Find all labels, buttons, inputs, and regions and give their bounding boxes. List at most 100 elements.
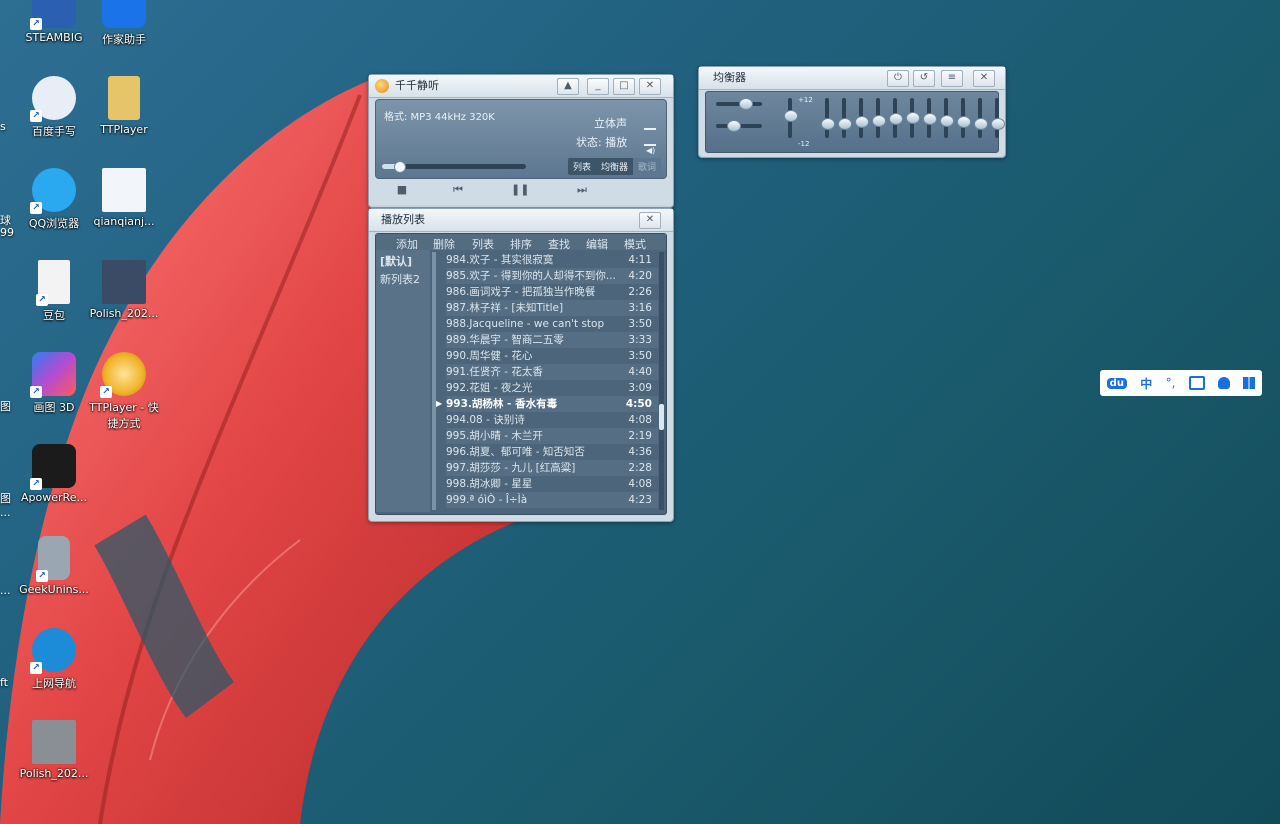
- desktop-icon-ttplayer-folder[interactable]: TTPlayer: [89, 76, 159, 136]
- eq-band-slider[interactable]: [991, 98, 1005, 138]
- close-button[interactable]: ✕: [639, 78, 661, 95]
- chinese-mode-toggle[interactable]: 中: [1140, 375, 1152, 392]
- playlist-window[interactable]: 播放列表 ✕ 添加 删除 列表 排序 查找 编辑 模式 [默认] 新列表2 98…: [368, 208, 674, 522]
- eq-band-slider[interactable]: [923, 98, 937, 138]
- track-row[interactable]: 995.胡小晴 - 木兰开 2:19: [446, 428, 658, 444]
- desktop-icon-doubao[interactable]: ↗ 豆包: [19, 260, 89, 323]
- slider-knob[interactable]: [855, 116, 869, 128]
- menu-mode[interactable]: 模式: [624, 236, 646, 252]
- slider-knob[interactable]: [957, 116, 971, 128]
- slider-knob[interactable]: [821, 117, 835, 130]
- slider-knob[interactable]: [923, 113, 937, 125]
- eq-band-slider[interactable]: [821, 98, 835, 138]
- desktop-icon-steambig[interactable]: ↗ STEAMBIG: [19, 0, 89, 44]
- desktop-icon-polish-2[interactable]: Polish_202...: [19, 720, 89, 780]
- playlist-titlebar[interactable]: 播放列表 ✕: [369, 209, 673, 232]
- desktop-icon-geekuninstaller[interactable]: ↗ GeekUnins...: [19, 536, 89, 596]
- minimize-button[interactable]: _: [587, 78, 609, 95]
- desktop-icon-writer-assistant[interactable]: 作家助手: [89, 0, 159, 47]
- eq-band-slider[interactable]: [940, 98, 954, 138]
- preamp-slider[interactable]: [716, 120, 762, 132]
- slider-knob[interactable]: [974, 117, 988, 130]
- track-row[interactable]: ▶ 993.胡杨林 - 香水有毒 4:50: [436, 396, 658, 412]
- desktop-icon-paint3d[interactable]: ↗ 画图 3D: [19, 352, 89, 415]
- playlist-close-button[interactable]: ✕: [639, 212, 661, 229]
- stop-button[interactable]: ■: [393, 183, 411, 197]
- slider-knob[interactable]: [872, 114, 886, 127]
- slider-knob[interactable]: [738, 98, 753, 110]
- menu-delete[interactable]: 删除: [433, 236, 455, 252]
- equalizer-titlebar[interactable]: 均衡器 ⏻ ↺ ≡ ✕: [699, 67, 1005, 90]
- previous-button[interactable]: ⏮: [449, 183, 467, 197]
- eq-band-slider[interactable]: [784, 98, 798, 138]
- equalizer-close-button[interactable]: ✕: [973, 70, 995, 87]
- progress-knob[interactable]: [394, 161, 407, 173]
- reset-icon[interactable]: ↺: [913, 70, 935, 87]
- track-row[interactable]: 990.周华健 - 花心 3:50: [446, 348, 658, 364]
- tab-lyrics[interactable]: 歌词: [633, 158, 662, 175]
- list-item-default[interactable]: [默认]: [376, 250, 430, 269]
- menu-find[interactable]: 查找: [548, 236, 570, 252]
- scrollbar-thumb[interactable]: [659, 404, 664, 430]
- track-row[interactable]: 987.林子祥 - [未知Title] 3:16: [446, 300, 658, 316]
- slider-knob[interactable]: [838, 117, 852, 130]
- eq-band-slider[interactable]: [872, 98, 886, 138]
- desktop-icon-polish-1[interactable]: Polish_202...: [89, 260, 159, 320]
- shade-button[interactable]: ▲: [557, 78, 579, 95]
- desktop-icon-ttplayer-shortcut[interactable]: ↗ TTPlayer - 快捷方式: [89, 352, 159, 431]
- progress-track[interactable]: [382, 161, 526, 173]
- pause-button[interactable]: ❚❚: [511, 183, 529, 197]
- desktop-icon-apowerrec[interactable]: ↗ ApowerRe...: [19, 444, 89, 504]
- list-item-new-list-2[interactable]: 新列表2: [376, 269, 430, 287]
- slider-knob[interactable]: [727, 120, 742, 132]
- menu-list[interactable]: 列表: [472, 236, 494, 252]
- menu-sort[interactable]: 排序: [510, 236, 532, 252]
- next-button[interactable]: ⏭: [573, 183, 591, 197]
- track-row[interactable]: 996.胡夏、郁可唯 - 知否知否 4:36: [446, 444, 658, 460]
- eq-band-slider[interactable]: [974, 98, 988, 138]
- track-row[interactable]: 991.任贤齐 - 花太香 4:40: [446, 364, 658, 380]
- track-row[interactable]: 986.画词戏子 - 把孤独当作晚餐 2:26: [446, 284, 658, 300]
- track-row[interactable]: 988.Jacqueline - we can't stop 3:50: [446, 316, 658, 332]
- desktop-icon-qq-browser[interactable]: ↗ QQ浏览器: [19, 168, 89, 231]
- eq-band-slider[interactable]: [889, 98, 903, 138]
- player-titlebar[interactable]: 千千静听 ▲ _ □ ✕: [369, 75, 673, 98]
- tab-list[interactable]: 列表: [568, 158, 596, 175]
- slider-knob[interactable]: [784, 110, 798, 122]
- slider-knob[interactable]: [889, 113, 903, 125]
- player-window[interactable]: 千千静听 ▲ _ □ ✕ 格式: MP3 44kHz 320K 立体声 状态: …: [368, 74, 674, 208]
- slider-knob[interactable]: [906, 111, 920, 124]
- track-row[interactable]: 992.花姐 - 夜之光 3:09: [446, 380, 658, 396]
- equalizer-window[interactable]: 均衡器 ⏻ ↺ ≡ ✕ +12 -12: [698, 66, 1006, 158]
- menu-icon[interactable]: ≡: [941, 70, 963, 87]
- menu-edit[interactable]: 编辑: [586, 236, 608, 252]
- desktop-icon-web-nav[interactable]: ↗ 上网导航: [19, 628, 89, 691]
- volume-icon[interactable]: ◀): [646, 146, 655, 155]
- grid-icon[interactable]: [1243, 377, 1256, 389]
- punctuation-toggle[interactable]: °,: [1166, 376, 1176, 390]
- eq-band-slider[interactable]: [855, 98, 869, 138]
- playlist-scrollbar[interactable]: [659, 252, 664, 510]
- toolbox-icon[interactable]: [1188, 376, 1205, 390]
- tab-equalizer[interactable]: 均衡器: [596, 158, 633, 175]
- power-icon[interactable]: ⏻: [887, 70, 909, 87]
- preamp-slider[interactable]: [716, 98, 762, 110]
- baidu-ime-icon[interactable]: du: [1106, 377, 1127, 389]
- track-row[interactable]: 994.08 - 诀别诗 4:08: [446, 412, 658, 428]
- menu-icon[interactable]: [644, 128, 656, 146]
- track-row[interactable]: 997.胡莎莎 - 九儿 [红高粱] 2:28: [446, 460, 658, 476]
- track-row[interactable]: 998.胡冰卿 - 星星 4:08: [446, 476, 658, 492]
- desktop-icon-qianqian[interactable]: qianqianj...: [89, 168, 159, 228]
- slider-knob[interactable]: [991, 117, 1005, 130]
- eq-band-slider[interactable]: [957, 98, 971, 138]
- user-icon[interactable]: [1218, 377, 1231, 389]
- track-row[interactable]: 989.华晨宇 - 智商二五零 3:33: [446, 332, 658, 348]
- track-row[interactable]: 984.欢子 - 其实很寂寞 4:11: [446, 252, 658, 268]
- eq-band-slider[interactable]: [906, 98, 920, 138]
- slider-knob[interactable]: [940, 114, 954, 127]
- track-row[interactable]: 999.ª óìÒ - Î÷Ìà 4:23: [446, 492, 658, 508]
- maximize-button[interactable]: □: [613, 78, 635, 95]
- track-row[interactable]: 985.欢子 - 得到你的人却得不到你... 4:20: [446, 268, 658, 284]
- eq-band-slider[interactable]: [838, 98, 852, 138]
- desktop-icon-baidu-handwriting[interactable]: ↗ 百度手写: [19, 76, 89, 139]
